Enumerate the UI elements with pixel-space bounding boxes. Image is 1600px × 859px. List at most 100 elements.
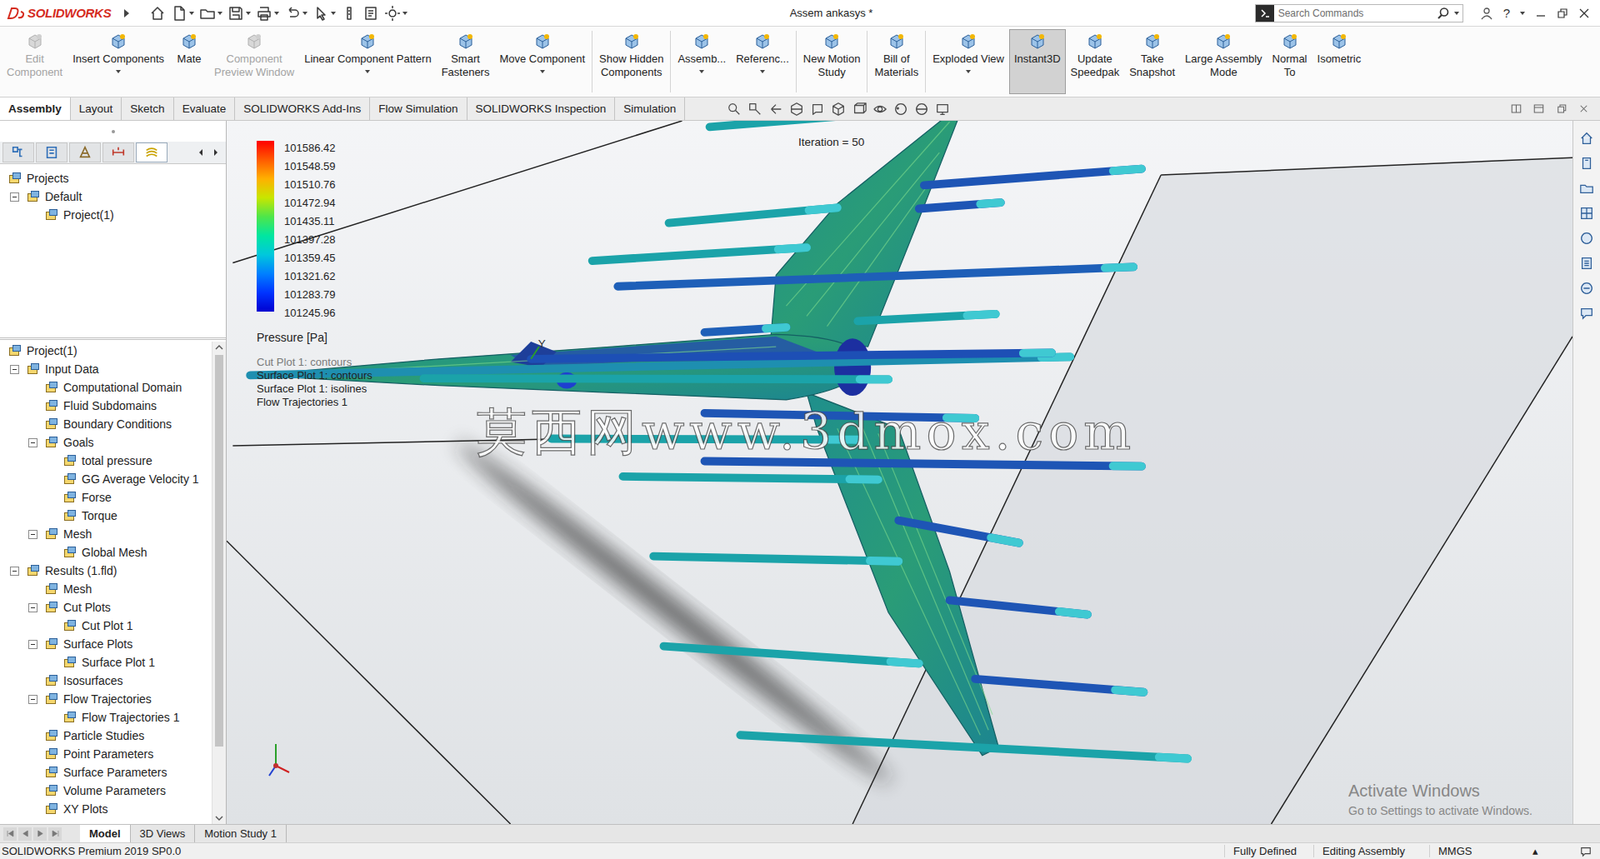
scroll-up-icon[interactable] [212, 341, 226, 354]
tree-item[interactable]: Boundary Conditions [0, 415, 212, 434]
quick-access-button[interactable] [170, 5, 195, 22]
manager-tab[interactable] [35, 142, 68, 163]
manager-tab[interactable] [135, 142, 168, 163]
quick-access-button[interactable] [227, 5, 251, 22]
dynamic-annotation-icon[interactable] [810, 101, 825, 117]
tree-item[interactable]: Project(1) [0, 205, 226, 225]
tree-item[interactable]: Volume Parameters [0, 781, 212, 800]
command-button[interactable]: Bill ofMaterials [869, 29, 924, 95]
model-tab[interactable]: Motion Study 1 [195, 825, 287, 843]
tree-item[interactable]: Computational Domain [0, 378, 212, 397]
tree-item[interactable]: Input Data [0, 360, 212, 379]
command-button[interactable]: EditComponent [1, 29, 68, 95]
previous-view-icon[interactable] [768, 101, 784, 117]
command-tab[interactable]: Simulation [615, 97, 685, 120]
tile-view-icon[interactable] [1510, 102, 1523, 115]
tree-item[interactable]: Mesh [0, 525, 212, 544]
view-settings-icon[interactable] [935, 101, 950, 117]
tree-item[interactable]: Results (1.fld) [0, 561, 212, 580]
quick-access-button[interactable] [384, 5, 408, 22]
tree-item[interactable]: Flow Trajectories [0, 690, 212, 709]
search-commands-field[interactable]: Search Commands [1255, 4, 1464, 23]
tree-item[interactable]: Surface Plots [0, 635, 212, 654]
scrollbar-thumb[interactable] [215, 355, 224, 747]
quick-tips-icon[interactable] [1580, 845, 1592, 858]
view-palette-icon[interactable] [1579, 205, 1595, 221]
feedback-icon[interactable] [1579, 305, 1595, 321]
search-icon[interactable] [1436, 6, 1450, 20]
tree-item[interactable]: Point Parameters [0, 745, 212, 764]
solidworks-forum-icon[interactable] [1579, 280, 1595, 296]
tree-item[interactable]: Default [0, 187, 226, 206]
command-button[interactable]: UpdateSpeedpak [1065, 29, 1125, 95]
hide-show-icon[interactable] [872, 101, 888, 117]
tree-item[interactable]: Flow Trajectories 1 [0, 708, 212, 727]
edit-appearance-icon[interactable] [893, 101, 909, 117]
command-button[interactable]: ComponentPreview Window [209, 29, 300, 95]
tree-item[interactable]: Surface Parameters [0, 763, 212, 782]
model-canvas[interactable]: Y 101586.42101548.59101510.76101472.9410… [226, 120, 1573, 825]
expand-toggle[interactable] [10, 192, 20, 202]
quick-access-button[interactable] [255, 5, 280, 22]
file-explorer-icon[interactable] [1579, 180, 1595, 196]
tree-item[interactable]: total pressure [0, 451, 212, 470]
command-button[interactable]: Move Component [494, 29, 590, 95]
command-button[interactable]: New MotionStudy [798, 29, 866, 95]
command-button[interactable]: Assemb... [672, 29, 731, 95]
tab-nav-button[interactable] [18, 827, 32, 841]
dropdown-arrow-icon[interactable] [760, 70, 765, 74]
manager-tab[interactable] [2, 142, 35, 163]
expand-toggle[interactable] [28, 603, 38, 613]
tree-item[interactable]: Surface Plot 1 [0, 653, 212, 672]
command-button[interactable]: Exploded View [927, 29, 1010, 95]
tree-item[interactable]: Torque [0, 506, 212, 525]
tree-item[interactable]: GG Average Velocity 1 [0, 470, 212, 489]
display-style-icon[interactable] [851, 101, 867, 117]
restore-viewport-icon[interactable] [1555, 102, 1568, 115]
flow-simulation-scene[interactable]: Y [226, 120, 1573, 825]
scroll-down-icon[interactable] [212, 812, 226, 825]
tree-item[interactable]: Mesh [0, 580, 212, 599]
command-tab[interactable]: Sketch [121, 97, 174, 120]
tab-nav-button[interactable] [33, 827, 47, 841]
solidworks-resources-icon[interactable] [1579, 130, 1595, 146]
command-button[interactable]: Show HiddenComponents [594, 29, 669, 95]
expand-toggle[interactable] [10, 365, 20, 375]
user-account-icon[interactable] [1480, 6, 1494, 20]
view-orientation-icon[interactable] [830, 101, 846, 117]
command-button[interactable]: NormalTo [1267, 29, 1313, 95]
command-tab[interactable]: SOLIDWORKS Add-Ins [235, 97, 370, 120]
command-button[interactable]: SmartFasteners [436, 29, 495, 95]
command-tab[interactable]: Layout [70, 97, 123, 120]
expand-toggle[interactable] [28, 640, 38, 650]
command-button[interactable]: Linear Component Pattern [299, 29, 436, 95]
zoom-to-fit-icon[interactable] [726, 101, 742, 117]
section-view-icon[interactable] [789, 101, 805, 117]
tree-item[interactable]: Fluid Subdomains [0, 396, 212, 415]
tab-nav-button[interactable] [48, 827, 62, 841]
quick-access-button[interactable] [340, 5, 358, 22]
command-button[interactable]: Insert Components [67, 29, 170, 95]
apply-scene-icon[interactable] [914, 101, 930, 117]
zoom-to-area-icon[interactable] [747, 101, 763, 117]
quick-access-button[interactable] [199, 5, 223, 22]
dropdown-arrow-icon[interactable] [540, 70, 545, 74]
close-icon[interactable] [1578, 7, 1590, 20]
tree-item[interactable]: Forse [0, 488, 212, 507]
tree-item[interactable]: Cut Plots [0, 598, 212, 617]
command-tab[interactable]: Evaluate [174, 97, 236, 120]
model-tab[interactable]: 3D Views [130, 825, 196, 843]
axis-triad-icon[interactable] [264, 739, 298, 781]
scroll-right-icon[interactable] [211, 148, 220, 157]
tree-item[interactable]: Global Mesh [0, 543, 212, 562]
tree-scrollbar[interactable] [211, 341, 226, 825]
quick-access-button[interactable] [149, 5, 166, 22]
quick-access-button[interactable] [284, 5, 308, 22]
expand-toggle[interactable] [28, 695, 38, 705]
command-button[interactable]: Referenc... [730, 29, 795, 95]
tree-item[interactable]: Project(1) [0, 341, 212, 360]
manager-tab[interactable] [69, 142, 101, 163]
expand-toggle[interactable] [28, 530, 38, 540]
manager-tab[interactable] [102, 142, 135, 163]
unit-system[interactable]: MMGS ▴ [1429, 845, 1547, 858]
